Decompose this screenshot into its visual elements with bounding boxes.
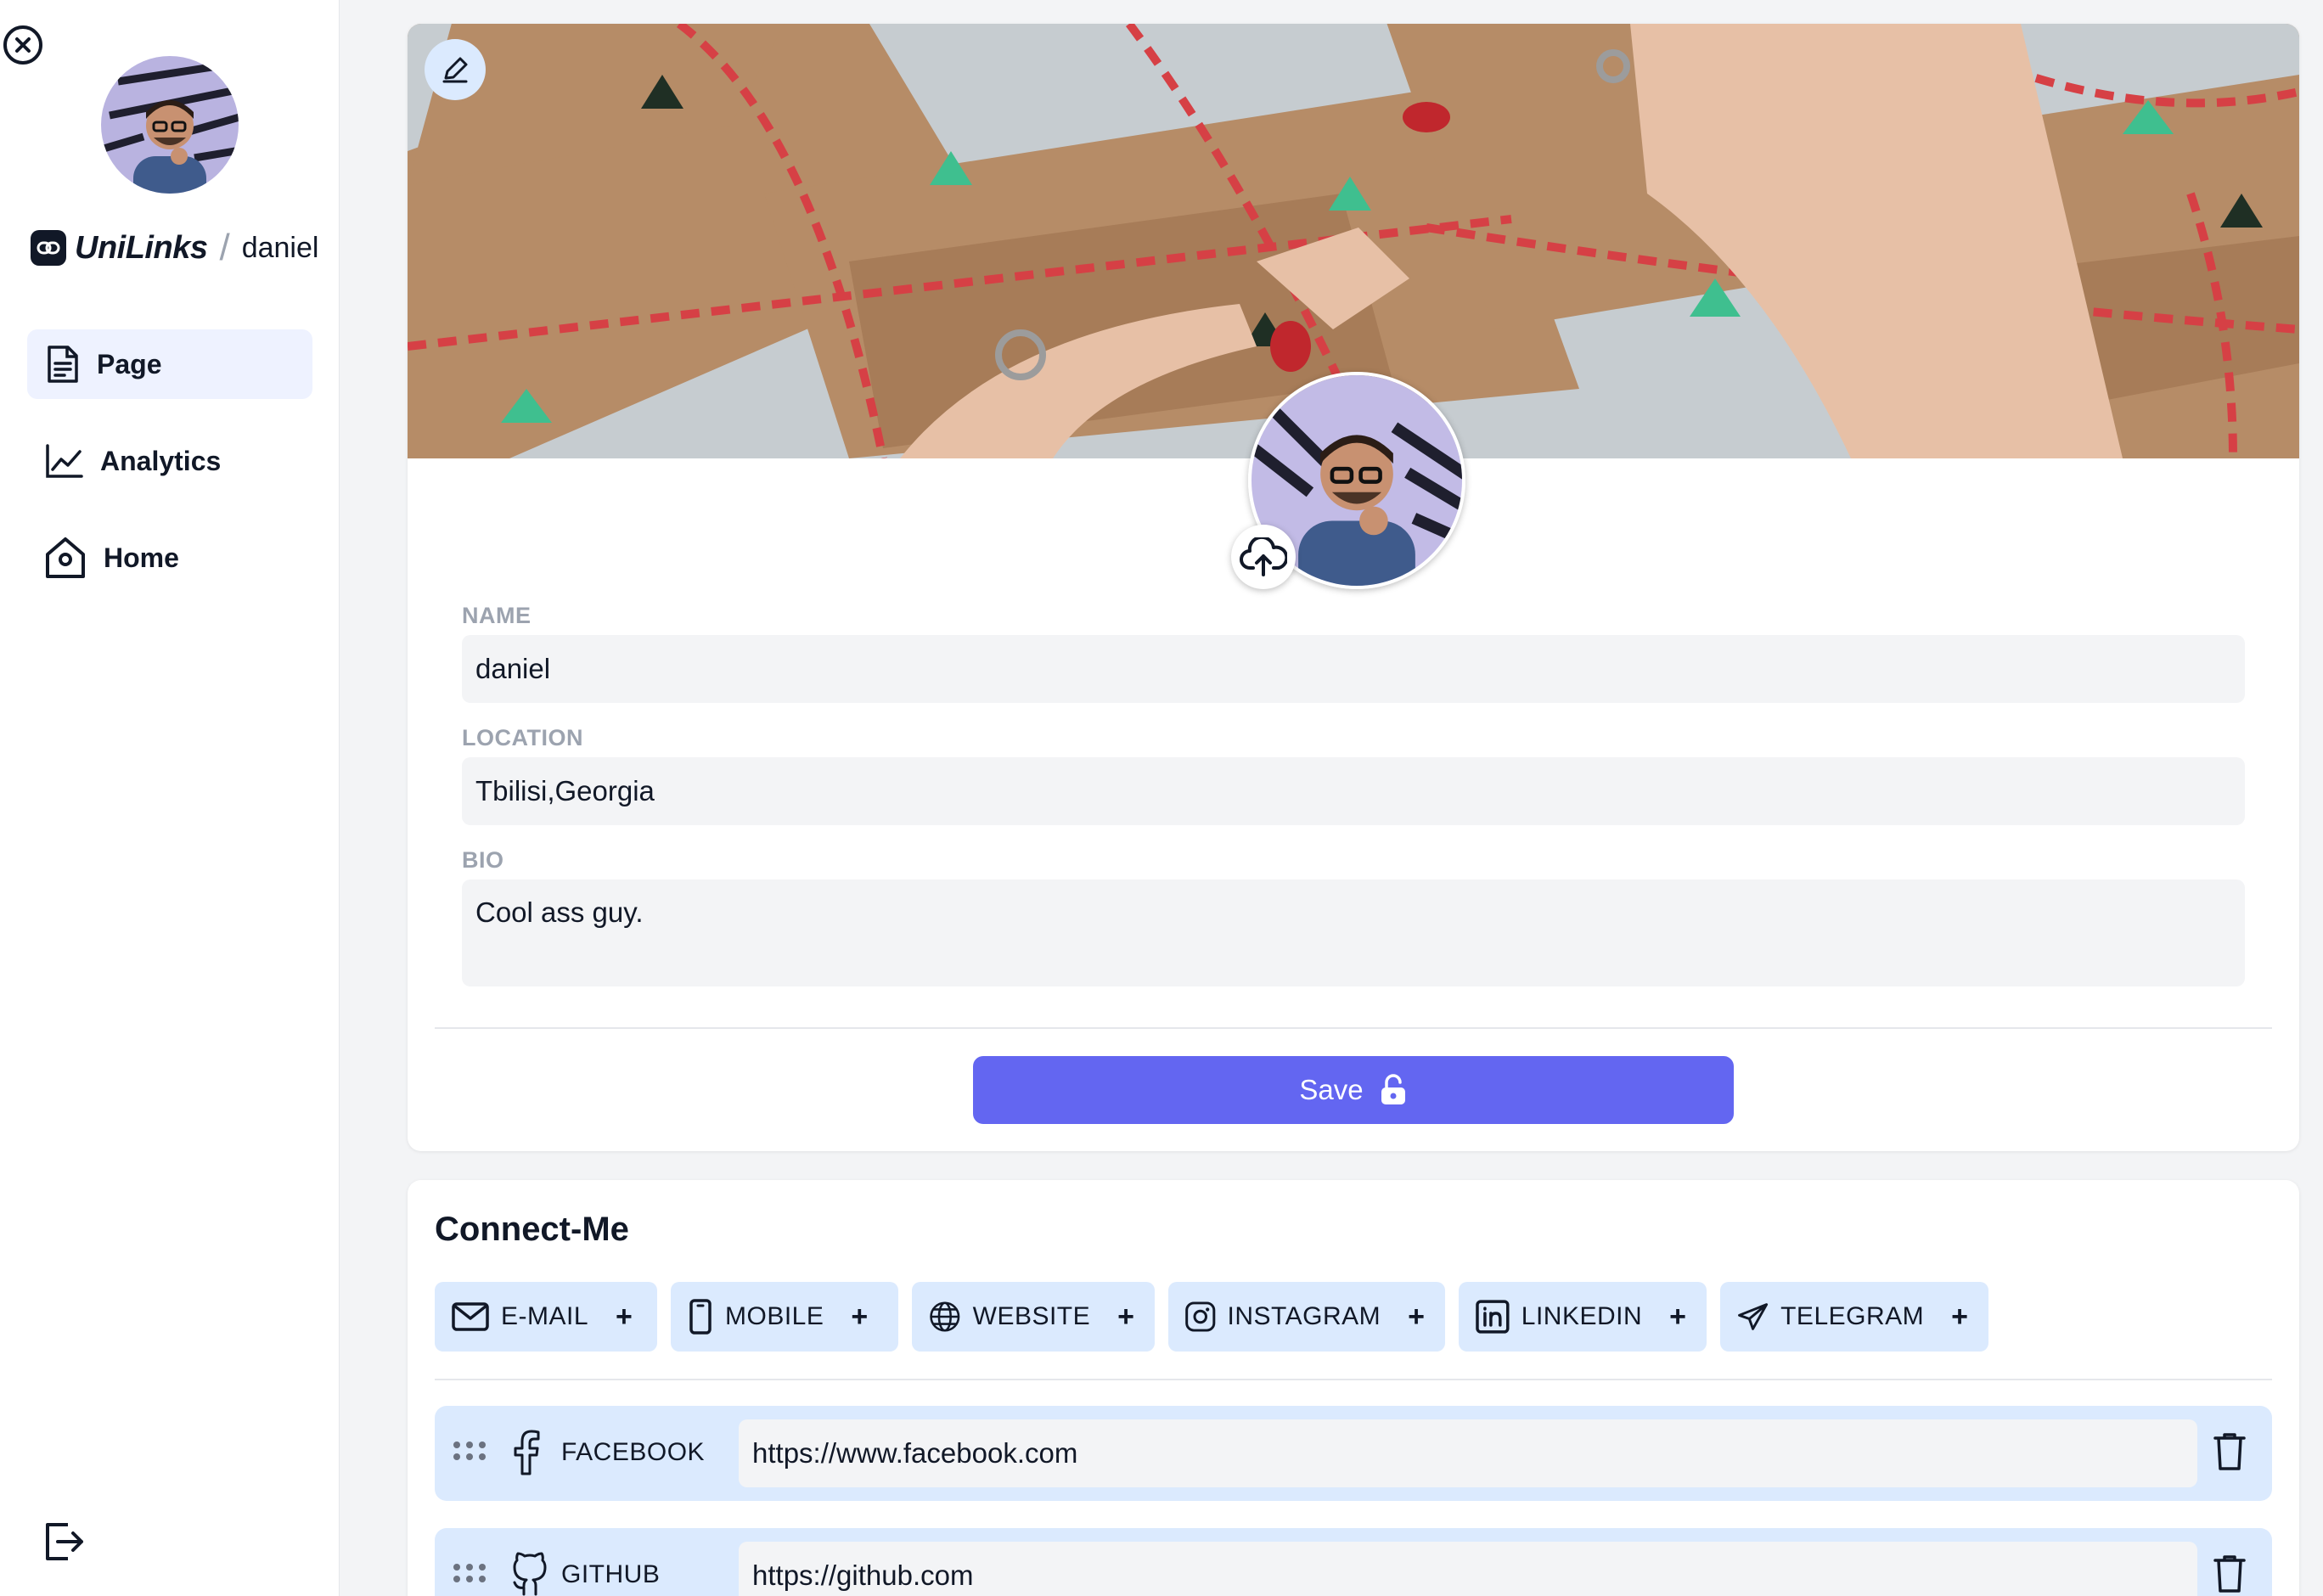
instagram-icon (1185, 1301, 1216, 1332)
home-icon (46, 537, 85, 578)
drag-handle-icon[interactable] (452, 1562, 487, 1584)
logout-button[interactable] (42, 1520, 87, 1564)
telegram-icon (1738, 1303, 1769, 1330)
add-linkedin-button[interactable]: LINKEDIN + (1459, 1282, 1707, 1352)
close-icon (15, 37, 31, 53)
save-button-label: Save (1299, 1074, 1364, 1105)
add-link-chips: E-MAIL + MOBILE + WEBSITE + INSTAGRAM + … (435, 1282, 1988, 1352)
brand-separator: / (219, 227, 230, 268)
pencil-icon (442, 57, 468, 83)
mobile-icon (689, 1299, 712, 1335)
link-label: GITHUB (561, 1560, 661, 1588)
plus-icon: + (616, 1300, 633, 1333)
plus-icon: + (1117, 1300, 1134, 1333)
plus-icon: + (1669, 1300, 1686, 1333)
facebook-url-input[interactable] (739, 1419, 2197, 1487)
sidebar-item-label: Analytics (100, 445, 222, 476)
cloud-upload-icon (1240, 537, 1287, 576)
chip-label: LINKEDIN (1521, 1302, 1643, 1330)
upload-avatar-button[interactable] (1231, 525, 1296, 589)
connect-me-title: Connect-Me (435, 1211, 629, 1248)
name-label: NAME (462, 603, 532, 628)
plus-icon: + (851, 1300, 869, 1333)
logout-icon (46, 1523, 83, 1560)
analytics-icon (46, 444, 83, 478)
unlock-icon (1381, 1074, 1405, 1104)
add-mobile-button[interactable]: MOBILE + (671, 1282, 898, 1352)
drag-handle-icon[interactable] (452, 1440, 487, 1462)
page-icon (48, 346, 78, 383)
add-website-button[interactable]: WEBSITE + (912, 1282, 1155, 1352)
sidebar-item-label: Home (104, 542, 179, 573)
chip-label: E-MAIL (501, 1302, 589, 1330)
brand: UniLinks / daniel (31, 224, 318, 272)
sidebar-avatar[interactable] (101, 56, 239, 194)
plus-icon: + (1408, 1300, 1425, 1333)
sidebar: UniLinks / daniel Page Analytics Home (0, 0, 340, 1596)
github-url-input[interactable] (739, 1542, 2197, 1596)
add-telegram-button[interactable]: TELEGRAM + (1720, 1282, 1988, 1352)
trash-icon[interactable] (2213, 1554, 2247, 1594)
github-icon (513, 1552, 547, 1596)
add-instagram-button[interactable]: INSTAGRAM + (1168, 1282, 1445, 1352)
location-label: LOCATION (462, 725, 583, 750)
link-row-facebook: FACEBOOK (435, 1406, 2272, 1501)
chip-label: INSTAGRAM (1227, 1302, 1381, 1330)
link-label: FACEBOOK (561, 1438, 706, 1466)
sidebar-nav: Page Analytics Home (27, 329, 312, 620)
connect-me-card: Connect-Me E-MAIL + MOBILE + WEBSITE + I… (408, 1180, 2299, 1596)
plus-icon: + (1951, 1300, 1968, 1333)
chip-label: MOBILE (725, 1302, 824, 1330)
edit-cover-button[interactable] (425, 39, 486, 100)
brand-username: daniel (241, 231, 319, 264)
link-row-github: GITHUB (435, 1528, 2272, 1596)
sidebar-item-analytics[interactable]: Analytics (27, 426, 312, 496)
location-input[interactable] (462, 757, 2245, 825)
sidebar-item-page[interactable]: Page (27, 329, 312, 399)
trash-icon[interactable] (2213, 1431, 2247, 1472)
facebook-icon (514, 1430, 540, 1475)
divider (435, 1379, 2272, 1380)
sidebar-item-home[interactable]: Home (27, 523, 312, 593)
mail-icon (452, 1302, 489, 1331)
sidebar-item-label: Page (97, 348, 162, 379)
divider (435, 1027, 2272, 1029)
globe-icon (930, 1301, 960, 1332)
brand-name: UniLinks (75, 229, 208, 266)
add-email-button[interactable]: E-MAIL + (435, 1282, 657, 1352)
name-input[interactable] (462, 635, 2245, 703)
profile-card: NAME LOCATION BIO Cool ass guy. Save (408, 24, 2299, 1151)
close-sidebar-button[interactable] (3, 25, 42, 65)
chip-label: WEBSITE (972, 1302, 1091, 1330)
link-logo-icon (31, 230, 66, 266)
linkedin-icon (1476, 1300, 1510, 1334)
bio-textarea[interactable]: Cool ass guy. (462, 879, 2245, 986)
save-button[interactable]: Save (973, 1056, 1734, 1124)
bio-label: BIO (462, 847, 504, 873)
chip-label: TELEGRAM (1780, 1302, 1925, 1330)
